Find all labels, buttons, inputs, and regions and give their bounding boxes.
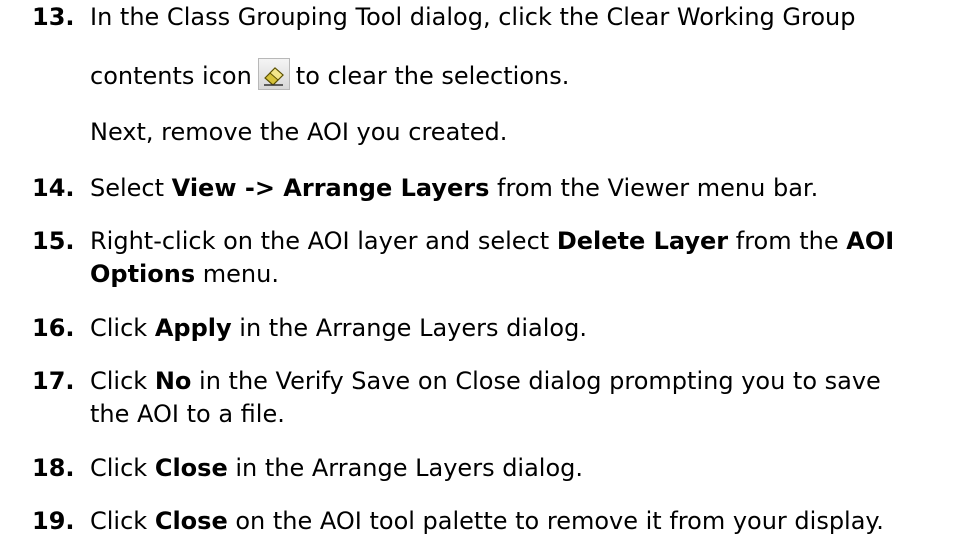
step-number: 14. — [32, 174, 75, 202]
bold-term: Close — [154, 507, 228, 535]
text-run: Click — [90, 454, 155, 482]
bold-term: Apply — [154, 314, 232, 342]
text-run: in the Arrange Layers dialog. — [227, 454, 584, 482]
step-number: 15. — [32, 227, 75, 255]
step-number: 13. — [32, 3, 75, 31]
text-run: on the AOI tool palette to remove it fro… — [227, 507, 884, 535]
step-text-line: Click Close on the AOI tool palette to r… — [90, 508, 884, 534]
instruction-document: 13. In the Class Grouping Tool dialog, cl… — [0, 0, 959, 554]
text-run: to clear the selections. — [295, 62, 570, 90]
step-text-line: In the Class Grouping Tool dialog, click… — [90, 4, 855, 30]
text-run: from the — [728, 227, 847, 255]
eraser-icon — [257, 58, 290, 90]
bold-term: No — [154, 367, 192, 395]
bold-term: View -> Arrange Layers — [171, 174, 490, 202]
text-run: Click — [90, 367, 155, 395]
text-run: Click — [90, 507, 155, 535]
step-text-line: Click Apply in the Arrange Layers dialog… — [90, 315, 587, 341]
step-number: 18. — [32, 454, 75, 482]
text-run: in the Arrange Layers dialog. — [231, 314, 587, 342]
step-text-line: Right-click on the AOI layer and select … — [90, 228, 894, 254]
step-text-line: Click No in the Verify Save on Close dia… — [90, 368, 881, 394]
step-text-line: Select View -> Arrange Layers from the V… — [90, 175, 818, 201]
text-run: from the Viewer menu bar. — [489, 174, 819, 202]
step-text-line: contents icon to clear the selections. — [90, 58, 570, 90]
text-run: In the Class Grouping Tool dialog, click… — [90, 3, 856, 31]
step-number: 19. — [32, 507, 75, 535]
text-run: Right-click on the AOI layer and select — [90, 227, 557, 255]
text-run: menu. — [195, 260, 279, 288]
text-run: Click — [90, 314, 155, 342]
step-number: 17. — [32, 367, 75, 395]
text-run: the AOI to a file. — [90, 400, 285, 428]
bold-term: AOI — [846, 227, 895, 255]
step-number: 16. — [32, 314, 75, 342]
step-text-line: Next, remove the AOI you created. — [90, 119, 507, 145]
bold-term: Delete Layer — [556, 227, 729, 255]
step-text-line: Click Close in the Arrange Layers dialog… — [90, 455, 583, 481]
bold-term: Close — [154, 454, 228, 482]
bold-term: Options — [90, 260, 196, 288]
text-run: in the Verify Save on Close dialog promp… — [191, 367, 881, 395]
step-text-line: the AOI to a file. — [90, 401, 285, 427]
text-run: Select — [90, 174, 172, 202]
text-run: Next, remove the AOI you created. — [90, 118, 508, 146]
text-run: contents icon — [90, 62, 252, 90]
step-text-line: Options menu. — [90, 261, 279, 287]
